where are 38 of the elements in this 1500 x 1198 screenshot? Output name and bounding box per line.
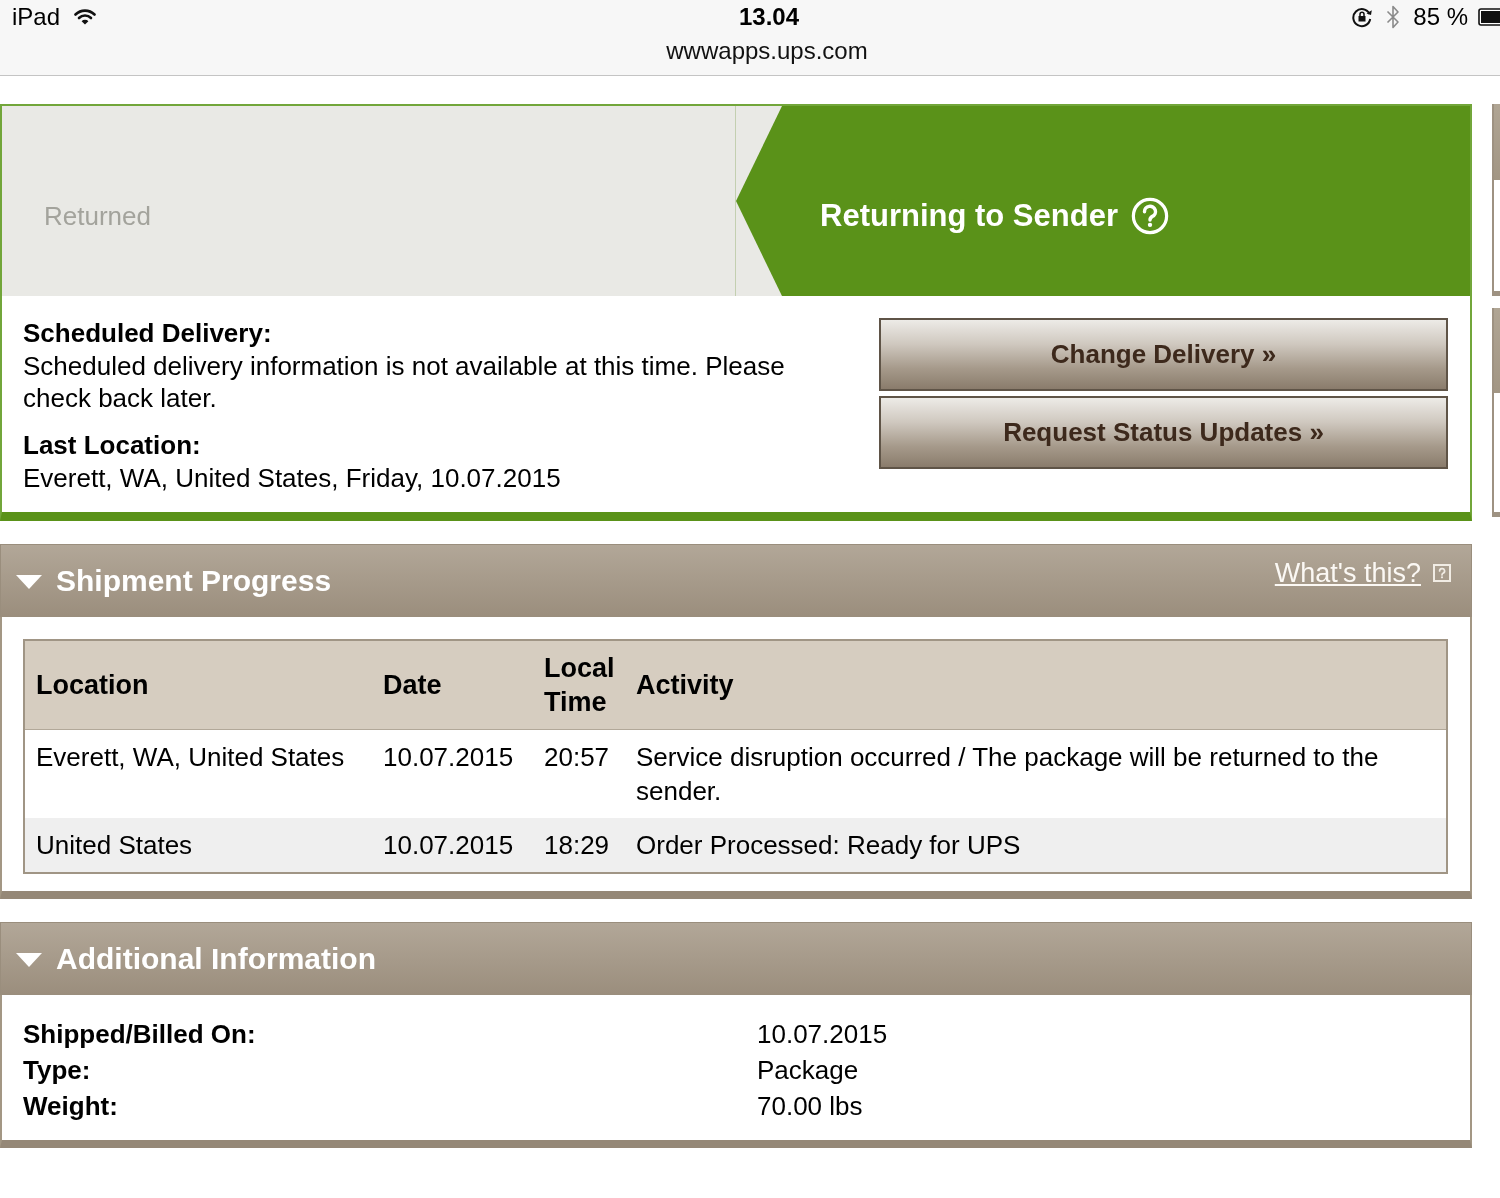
- column-header: Location: [24, 640, 372, 730]
- page-url[interactable]: wwwapps.ups.com: [666, 37, 868, 65]
- field-label: Weight:: [23, 1090, 119, 1123]
- step-label: Returning to Sender: [820, 197, 1118, 235]
- table-cell: United States: [24, 818, 372, 873]
- detail-label: Scheduled Delivery:: [23, 317, 273, 350]
- field-label: Type:: [23, 1054, 92, 1087]
- table-cell: 20:57: [533, 729, 625, 818]
- table-cell: Service disruption occurred / The package will be returned to the sender.: [625, 729, 1447, 818]
- rotation-lock-icon: [1351, 6, 1374, 28]
- action-button[interactable]: Request Status Updates »: [879, 396, 1448, 469]
- field-label: Shipped/Billed On:: [23, 1018, 257, 1051]
- table-cell: 18:29: [533, 818, 625, 873]
- triangle-icon[interactable]: [16, 952, 42, 967]
- table-cell: Everett, WA, United States: [24, 729, 372, 818]
- field-value: Package: [757, 1054, 860, 1087]
- action-button[interactable]: Change Delivery »: [879, 318, 1448, 391]
- detail-text: Scheduled delivery information is not available at this time. Please check back later.: [23, 350, 786, 414]
- detail-text: Everett, WA, United States, Friday, 10.07.2015: [23, 462, 562, 494]
- battery-percentage: 85 %: [1413, 3, 1468, 31]
- wifi-icon: [74, 7, 97, 25]
- field-value: 10.07.2015: [757, 1018, 889, 1051]
- clock-time: 13.04: [739, 3, 800, 31]
- triangle-icon[interactable]: [16, 574, 42, 589]
- device-name: iPad: [12, 3, 61, 31]
- field-value: 70.00 lbs: [757, 1090, 864, 1123]
- table-cell: Order Processed: Ready for UPS: [625, 818, 1447, 873]
- table-cell: 10.07.2015: [372, 729, 533, 818]
- column-header: Local Time: [533, 640, 625, 730]
- help-icon[interactable]: [1433, 564, 1451, 582]
- bluetooth-icon: [1385, 4, 1402, 30]
- column-header: Activity: [625, 640, 1447, 730]
- panel-title: Additional Information: [56, 940, 376, 977]
- step-label: Returned: [44, 200, 151, 233]
- table-cell: 10.07.2015: [372, 818, 533, 873]
- column-header: Date: [372, 640, 533, 730]
- panel-title: Shipment Progress: [56, 562, 332, 599]
- detail-label: Last Location:: [23, 429, 202, 462]
